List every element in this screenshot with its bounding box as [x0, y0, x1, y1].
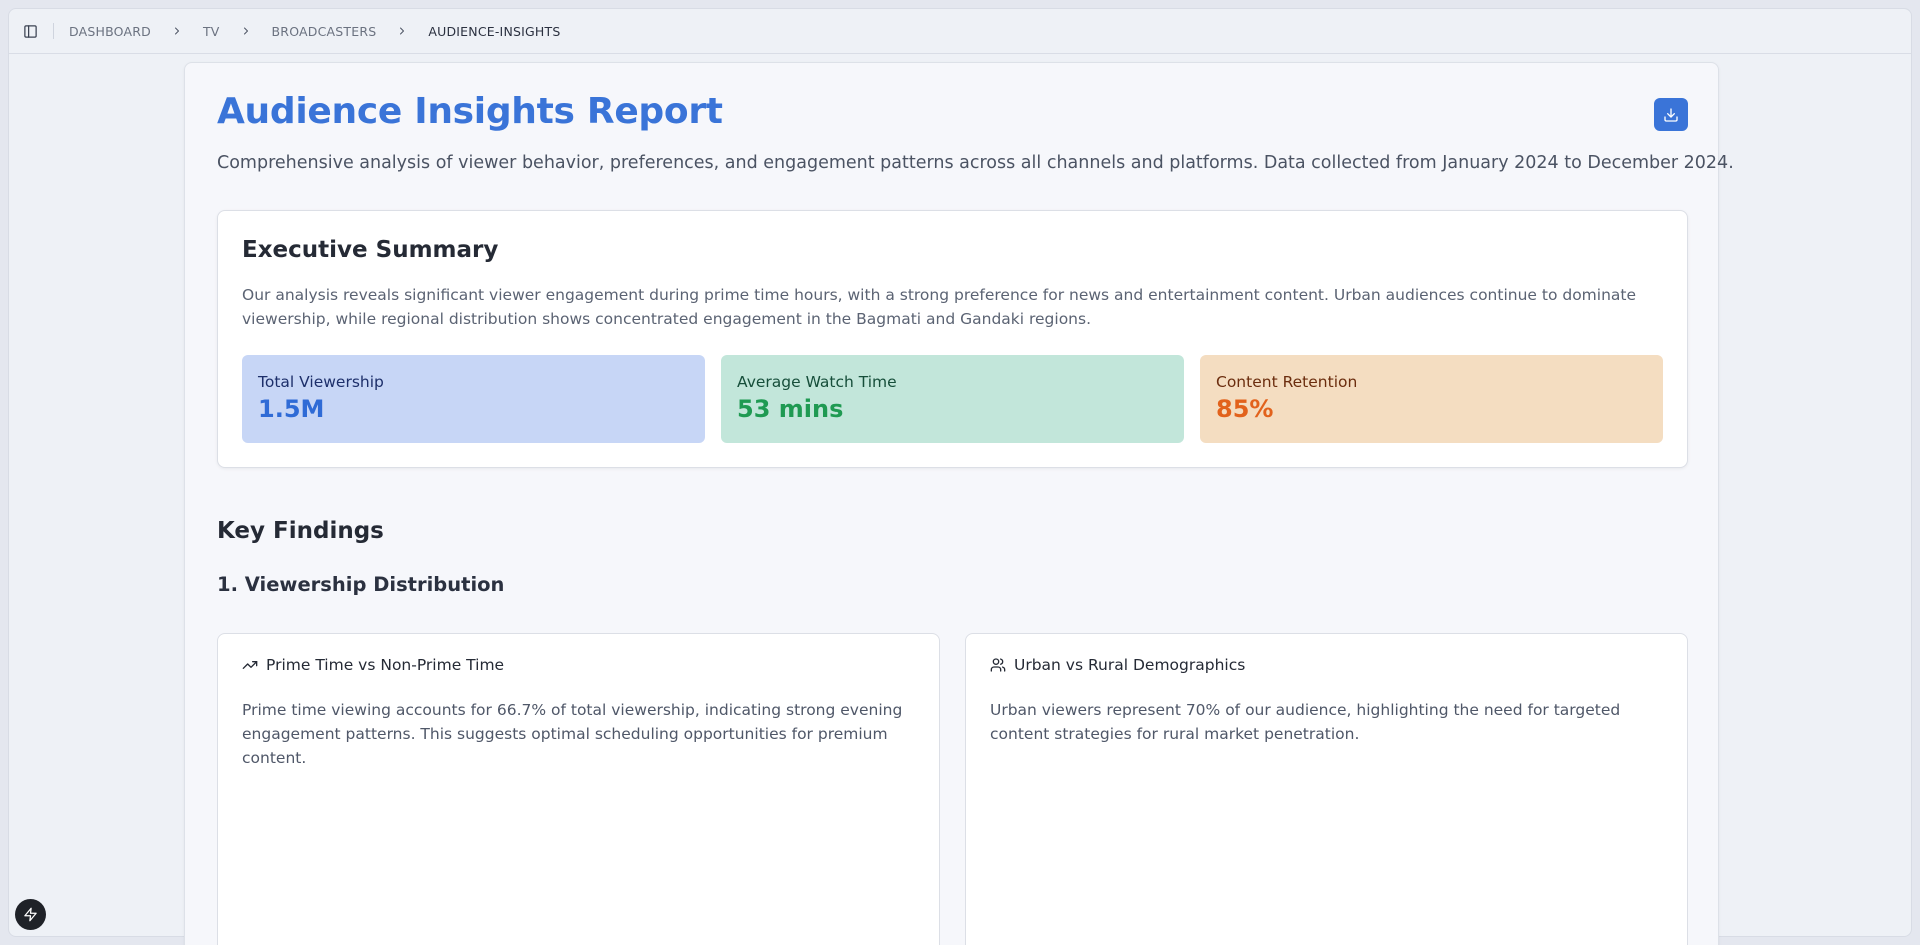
executive-summary-card: Executive Summary Our analysis reveals s… — [217, 210, 1688, 468]
report-description: Comprehensive analysis of viewer behavio… — [217, 153, 1734, 173]
chevron-right-icon — [376, 25, 428, 37]
download-icon — [1664, 107, 1678, 122]
users-icon — [990, 658, 1006, 672]
card-title: Urban vs Rural Demographics — [1014, 656, 1246, 674]
breadcrumb-broadcasters[interactable]: BROADCASTERS — [272, 24, 377, 39]
summary-text: Our analysis reveals significant viewer … — [242, 286, 1637, 328]
summary-title: Executive Summary — [242, 237, 499, 263]
section-title: 1. Viewership Distribution — [217, 573, 505, 596]
metric-average-watch-time: Average Watch Time 53 mins — [721, 355, 1184, 443]
finding-card-prime-time: Prime Time vs Non-Prime Time Prime time … — [217, 633, 940, 945]
metric-value: 85% — [1216, 395, 1274, 423]
bolt-button[interactable] — [15, 899, 46, 930]
card-header: Prime Time vs Non-Prime Time — [242, 656, 504, 674]
card-title: Prime Time vs Non-Prime Time — [266, 656, 505, 674]
finding-card-urban-rural: Urban vs Rural Demographics Urban viewer… — [965, 633, 1688, 945]
page-title: Audience Insights Report — [217, 91, 723, 132]
chevron-right-icon — [220, 25, 272, 37]
breadcrumb-dashboard[interactable]: DASHBOARD — [69, 24, 151, 39]
key-findings-title: Key Findings — [217, 518, 384, 544]
metric-label: Total Viewership — [258, 373, 384, 391]
breadcrumb-current: AUDIENCE-INSIGHTS — [428, 23, 561, 39]
bolt-icon — [24, 907, 37, 922]
card-header: Urban vs Rural Demographics — [990, 656, 1245, 674]
metric-total-viewership: Total Viewership 1.5M — [242, 355, 705, 443]
sidebar-toggle-icon[interactable] — [21, 22, 39, 40]
breadcrumb-tv[interactable]: TV — [203, 24, 220, 39]
report-panel: Audience Insights Report Comprehensive a… — [184, 62, 1734, 945]
download-button[interactable] — [1654, 98, 1688, 131]
metric-content-retention: Content Retention 85% — [1200, 355, 1663, 443]
metric-value: 1.5M — [258, 395, 325, 423]
breadcrumb: DASHBOARD TV BROADCASTERS AUDIENCE-INSIG… — [69, 24, 560, 39]
top-bar: DASHBOARD TV BROADCASTERS AUDIENCE-INSIG… — [9, 9, 1911, 54]
metric-value: 53 mins — [737, 395, 844, 423]
trending-up-icon — [242, 661, 258, 669]
card-text: Prime time viewing accounts for 66.7% of… — [242, 701, 903, 767]
card-text: Urban viewers represent 70% of our audie… — [990, 701, 1621, 743]
topbar-divider — [53, 23, 54, 39]
chevron-right-icon — [151, 25, 203, 37]
metrics-row: Total Viewership 1.5M Average Watch Time… — [242, 355, 1663, 443]
metric-label: Average Watch Time — [737, 373, 897, 391]
metric-label: Content Retention — [1216, 373, 1358, 391]
